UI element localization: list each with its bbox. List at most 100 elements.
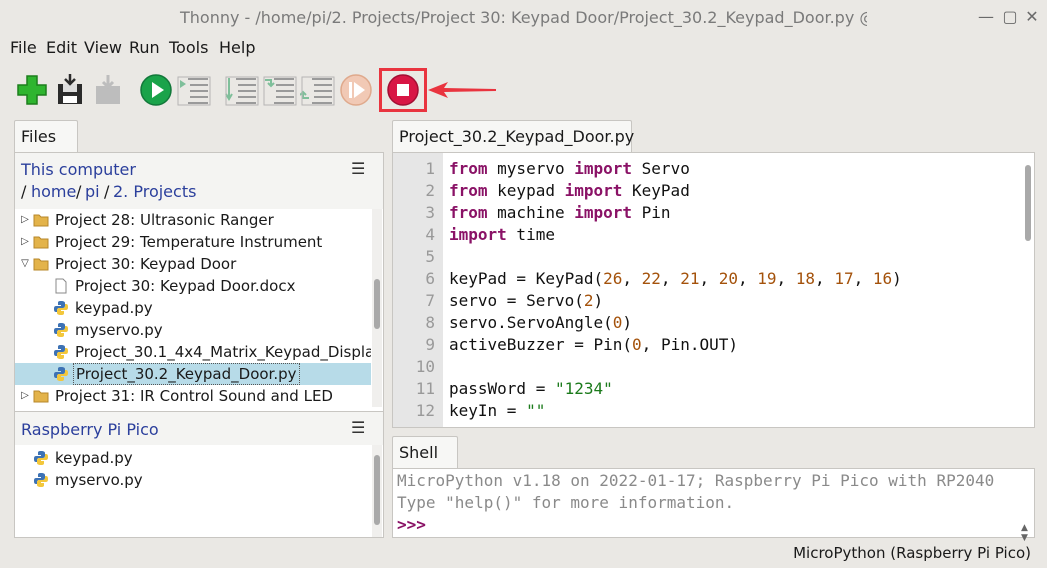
step-into-icon	[263, 76, 297, 106]
tree-label: Project 30: Keypad Door.docx	[75, 277, 296, 295]
pico-file-keypad[interactable]: keypad.py	[15, 447, 371, 469]
shell-help-hint: Type "help()" for more information.	[397, 493, 735, 512]
tree-folder-project-30[interactable]: ▽ Project 30: Keypad Door	[15, 253, 371, 275]
pico-scrollbar[interactable]	[372, 445, 382, 537]
code-editor[interactable]: 1 2 3 4 5 6 7 8 9 10 11 12 from myservo …	[392, 152, 1035, 428]
collapse-triangle-icon[interactable]: ▽	[19, 253, 31, 275]
debug-button[interactable]	[176, 72, 212, 108]
folder-icon	[33, 388, 49, 404]
resume-button[interactable]	[338, 72, 374, 108]
menu-icon[interactable]: ☰	[351, 159, 365, 178]
menu-bar: File Edit View Run Tools Help	[0, 36, 1047, 60]
window-title: Thonny - /home/pi/2. Projects/Project 30…	[180, 8, 867, 27]
minimize-icon[interactable]: —	[976, 7, 996, 27]
maximize-icon[interactable]: ▢	[1000, 7, 1020, 27]
python-icon	[53, 344, 69, 360]
file-tree: ▷ Project 28: Ultrasonic Ranger ▷ Projec…	[15, 209, 371, 407]
shell-banner: MicroPython v1.18 on 2022-01-17; Raspber…	[397, 471, 995, 490]
pico-header: Raspberry Pi Pico ☰	[15, 411, 383, 445]
python-icon	[53, 322, 69, 338]
line-number: 12	[415, 401, 435, 420]
breadcrumb-pi[interactable]: pi	[85, 182, 100, 201]
pointer-arrow-icon	[428, 82, 496, 98]
run-button[interactable]	[138, 72, 174, 108]
shell-prompt[interactable]: >>>	[397, 514, 426, 536]
tree-label: Project 28: Ultrasonic Ranger	[55, 211, 274, 229]
folder-icon	[33, 256, 49, 272]
files-panel: This computer ☰ / home / pi / 2. Project…	[14, 152, 384, 538]
tree-file-keypad[interactable]: keypad.py	[15, 297, 371, 319]
download-icon	[96, 75, 120, 104]
shell-tab[interactable]: Shell ✖	[392, 436, 458, 480]
save-file-button[interactable]	[52, 72, 88, 108]
editor-tab[interactable]: Project_30.2_Keypad_Door.py ✖	[392, 120, 635, 164]
files-tab[interactable]: Files ✖	[14, 120, 78, 164]
tree-folder-project-29[interactable]: ▷ Project 29: Temperature Instrument	[15, 231, 371, 253]
expand-triangle-icon[interactable]: ▷	[19, 231, 31, 253]
step-out-button[interactable]	[299, 72, 336, 108]
step-into-button[interactable]	[262, 72, 298, 108]
code-line: from machine import Pin	[449, 203, 671, 222]
menu-edit[interactable]: Edit	[46, 38, 77, 57]
line-number-gutter: 1 2 3 4 5 6 7 8 9 10 11 12	[393, 153, 443, 427]
line-number: 2	[425, 181, 435, 200]
breadcrumb-sep: /	[76, 182, 82, 201]
menu-tools[interactable]: Tools	[169, 38, 208, 57]
line-number: 6	[425, 269, 435, 288]
new-file-button[interactable]	[14, 72, 50, 108]
scrollbar-thumb[interactable]	[1025, 165, 1031, 241]
stop-button-highlight	[379, 68, 427, 112]
code-line: servo.ServoAngle(0)	[449, 313, 633, 332]
breadcrumb-projects[interactable]: 2. Projects	[113, 182, 196, 201]
toolbar	[0, 68, 1047, 114]
menu-view[interactable]: View	[84, 38, 122, 57]
pico-file-myservo[interactable]: myservo.py	[15, 469, 371, 491]
menu-run[interactable]: Run	[129, 38, 160, 57]
python-icon	[33, 450, 49, 466]
step-over-button[interactable]	[224, 72, 260, 108]
scrollbar-thumb[interactable]	[374, 279, 380, 329]
tree-folder-project-28[interactable]: ▷ Project 28: Ultrasonic Ranger	[15, 209, 371, 231]
code-line: keyPad = KeyPad(26, 22, 21, 20, 19, 18, …	[449, 269, 902, 288]
this-computer-label: This computer	[21, 160, 136, 179]
line-number: 4	[425, 225, 435, 244]
interpreter-status[interactable]: MicroPython (Raspberry Pi Pico)	[793, 544, 1031, 562]
save-as-button[interactable]	[90, 72, 126, 108]
expand-triangle-icon[interactable]: ▷	[19, 209, 31, 231]
editor-scrollbar[interactable]	[1023, 155, 1033, 425]
menu-help[interactable]: Help	[219, 38, 255, 57]
folder-icon	[33, 234, 49, 250]
tree-label: Project_30.1_4x4_Matrix_Keypad_Display	[75, 343, 371, 361]
menu-file[interactable]: File	[10, 38, 37, 57]
breadcrumb-sep: /	[104, 182, 110, 201]
file-tree-scrollbar[interactable]	[372, 209, 382, 407]
code-line: keyIn = ""	[449, 401, 546, 420]
tree-label: Project 30: Keypad Door	[55, 255, 237, 273]
tree-file-project-30-1[interactable]: Project_30.1_4x4_Matrix_Keypad_Display	[15, 341, 371, 363]
resume-icon	[340, 74, 372, 106]
breadcrumb-home[interactable]: home	[31, 182, 76, 201]
editor-tab-label: Project_30.2_Keypad_Door.py	[399, 127, 635, 146]
tree-file-project-30-2[interactable]: Project_30.2_Keypad_Door.py	[15, 363, 371, 385]
line-number: 11	[415, 379, 435, 398]
pico-file-list: keypad.py myservo.py	[15, 445, 371, 537]
step-over-icon	[225, 76, 259, 106]
floppy-icon	[58, 74, 82, 104]
menu-icon[interactable]: ☰	[351, 418, 365, 437]
tree-file-myservo[interactable]: myservo.py	[15, 319, 371, 341]
scrollbar-thumb[interactable]	[374, 455, 380, 525]
shell-tab-label: Shell	[399, 443, 439, 462]
play-icon	[140, 74, 172, 106]
files-tab-label: Files	[21, 127, 57, 146]
shell-console[interactable]: MicroPython v1.18 on 2022-01-17; Raspber…	[392, 468, 1035, 543]
code-line: from myservo import Servo	[449, 159, 690, 178]
line-number: 9	[425, 335, 435, 354]
tree-label: Project 31: IR Control Sound and LED	[55, 387, 333, 405]
close-icon[interactable]: ✕	[1022, 7, 1042, 27]
pico-title: Raspberry Pi Pico	[21, 420, 159, 439]
tree-label: Project 29: Temperature Instrument	[55, 233, 323, 251]
expand-triangle-icon[interactable]: ▷	[19, 385, 31, 407]
step-out-icon	[299, 76, 335, 106]
tree-file-docx[interactable]: Project 30: Keypad Door.docx	[15, 275, 371, 297]
tree-folder-project-31[interactable]: ▷ Project 31: IR Control Sound and LED	[15, 385, 371, 407]
